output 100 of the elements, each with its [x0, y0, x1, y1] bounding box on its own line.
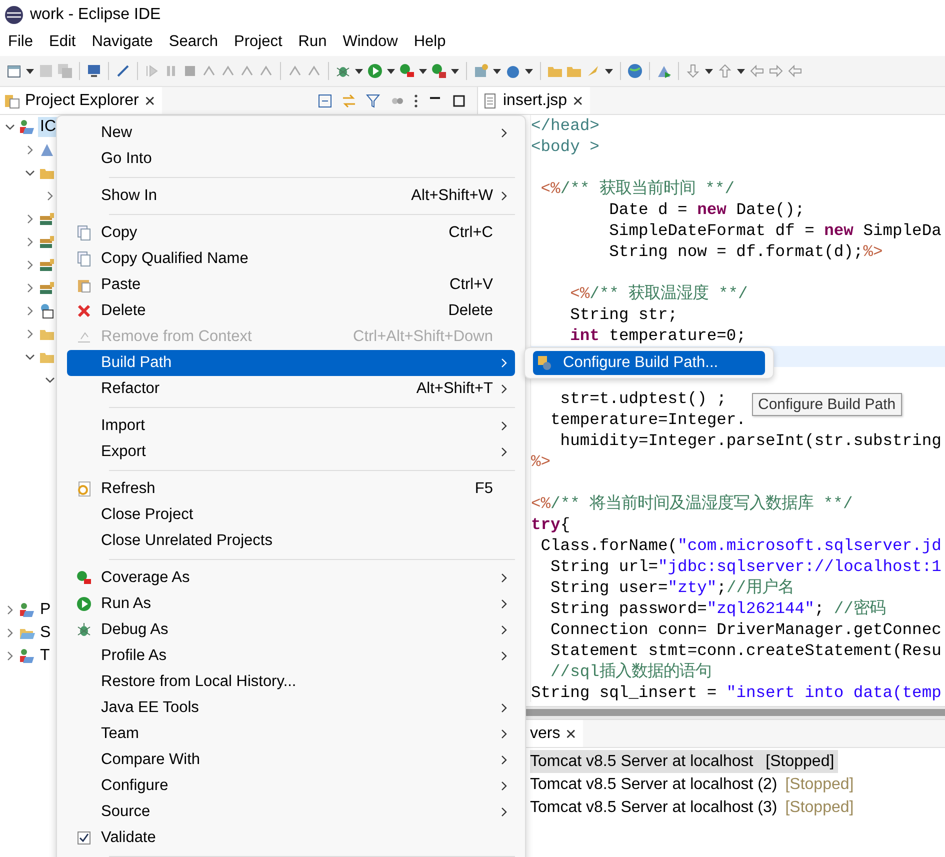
maximize-icon[interactable] [451, 92, 467, 108]
new-file-icon[interactable] [6, 63, 22, 79]
code-line: String sql_insert = "insert into data(temp [531, 683, 942, 702]
menu-item[interactable]: New [67, 120, 515, 146]
project-icon [19, 118, 35, 134]
code-line: %> [531, 452, 551, 471]
new-class-icon[interactable] [505, 63, 521, 79]
menu-item[interactable]: Validate [67, 825, 515, 851]
menu-item[interactable]: Import [67, 413, 515, 439]
menu-item[interactable]: Run [290, 33, 335, 51]
code-line: String user="zty";//用户名 [550, 578, 794, 597]
globe-icon[interactable] [627, 63, 643, 79]
code-line: humidity=Integer.parseInt(str.substring [559, 431, 942, 450]
code-line: <%/** 将当前时间及温湿度写入数据库 **/ [531, 494, 853, 513]
web-module-icon [39, 302, 55, 318]
code-line: </head> [531, 116, 600, 135]
code-line: temperature=Integer. [550, 410, 746, 429]
editor-tab[interactable]: insert.jsp ✕ [478, 87, 590, 114]
close-button[interactable]: ✕ [572, 92, 584, 108]
close-button[interactable]: ✕ [144, 92, 156, 108]
menu-item[interactable]: Configure Build Path... [533, 351, 765, 375]
menu-item[interactable]: Edit [40, 33, 84, 51]
close-button[interactable]: ✕ [565, 726, 578, 742]
code-line: Connection conn= DriverManager.getConnec [550, 620, 942, 639]
menu-item[interactable]: Build Path [67, 350, 515, 376]
checked-checkbox-icon[interactable] [76, 830, 92, 846]
tree-item[interactable]: P [38, 600, 53, 620]
tree-item[interactable]: IC [38, 116, 58, 136]
project-icon [19, 602, 35, 618]
coverage-icon [76, 570, 92, 586]
menu-item[interactable]: Close Project [67, 502, 515, 528]
code-line: <%/** 获取当前时间 **/ [540, 179, 734, 198]
external-tools-icon[interactable] [431, 63, 447, 79]
library-icon [39, 210, 55, 226]
tree-item[interactable]: S [38, 622, 53, 642]
menu-item[interactable]: Go Into [67, 146, 515, 172]
library-icon [39, 280, 55, 296]
server-row[interactable]: Tomcat v8.5 Server at localhost [Stopped] [530, 750, 838, 773]
menu-item[interactable]: Restore from Local History... [67, 669, 515, 695]
delete-icon [76, 303, 92, 319]
paste-icon [76, 277, 92, 293]
copy-icon [76, 251, 92, 267]
tooltip: Configure Build Path [752, 393, 902, 416]
view-menu-icon[interactable] [413, 92, 419, 108]
code-line: //sql插入数据的语句 [550, 662, 712, 681]
monitor-icon[interactable] [86, 63, 102, 79]
menu-item[interactable]: Paste Ctrl+V [67, 272, 515, 298]
menu-item[interactable]: Navigate [84, 33, 161, 51]
menu-item[interactable]: Profile As [67, 643, 515, 669]
menu-item[interactable]: Copy Ctrl+C [67, 220, 515, 246]
filter-icon[interactable] [365, 92, 381, 108]
run-icon[interactable] [367, 63, 383, 79]
code-line: String password="zql262144"; //密码 [550, 599, 886, 618]
project-icon [19, 648, 35, 664]
view-tab[interactable]: Project Explorer ✕ [0, 87, 162, 114]
project-explorer-icon [4, 92, 20, 108]
menu-item[interactable]: Search [160, 33, 226, 51]
menu-item[interactable]: Help [406, 33, 454, 51]
menu-item[interactable]: Project [226, 33, 290, 51]
view-tab[interactable]: vers ✕ [526, 720, 584, 747]
library-icon [39, 234, 55, 250]
menu-item[interactable]: Refresh F5 [67, 476, 515, 502]
code-line: try{ [531, 515, 570, 534]
menu-item[interactable]: Window [334, 33, 406, 51]
menu-item[interactable]: Debug As [67, 617, 515, 643]
code-line: SimpleDateFormat df = new SimpleDa [608, 221, 942, 240]
window-title: work - Eclipse IDE [30, 6, 161, 24]
build-path-icon [537, 355, 553, 371]
menu-item[interactable]: Java EE Tools [67, 695, 515, 721]
menu-item[interactable]: Close Unrelated Projects [67, 528, 515, 554]
file-icon [482, 92, 498, 108]
code-line: String now = df.format(d);%> [608, 242, 883, 261]
menu-item[interactable]: Team [67, 721, 515, 747]
menu-item[interactable]: Configure [67, 773, 515, 799]
server-row[interactable]: Tomcat v8.5 Server at localhost (2) [Stopped] [530, 773, 858, 796]
collapse-all-icon[interactable] [317, 92, 333, 108]
menu-item[interactable]: Delete Delete [67, 298, 515, 324]
menu-item[interactable]: Source [67, 799, 515, 825]
menu-item[interactable]: Copy Qualified Name [67, 246, 515, 272]
code-line: Statement stmt=conn.createStatement(Resu [550, 641, 942, 660]
menu-item[interactable]: Refactor Alt+Shift+T [67, 376, 515, 402]
back-arrow-icon[interactable] [787, 63, 803, 79]
code-line: str=t.udptest() ; [559, 389, 726, 408]
menu-item[interactable]: Compare With [67, 747, 515, 773]
menu-item[interactable]: Run As [67, 591, 515, 617]
menu-item[interactable]: Show In Alt+Shift+W [67, 183, 515, 209]
run-icon [76, 596, 92, 612]
tree-item[interactable]: T [38, 646, 52, 666]
eclipse-logo-icon [4, 5, 24, 25]
menu-item[interactable]: File [0, 33, 41, 51]
menu-item[interactable]: Export [67, 439, 515, 465]
copy-icon [76, 225, 92, 241]
code-line: <%/** 获取温湿度 **/ [569, 284, 748, 303]
coverage-icon[interactable] [399, 63, 415, 79]
forward-arrow-icon[interactable] [768, 63, 784, 79]
bug-icon [76, 622, 92, 638]
menu-item[interactable]: Coverage As [67, 565, 515, 591]
code-line: String str; [569, 305, 678, 324]
server-row[interactable]: Tomcat v8.5 Server at localhost (3) [Stopped] [530, 796, 858, 819]
code-line: String url="jdbc:sqlserver://localhost:1 [550, 557, 942, 576]
